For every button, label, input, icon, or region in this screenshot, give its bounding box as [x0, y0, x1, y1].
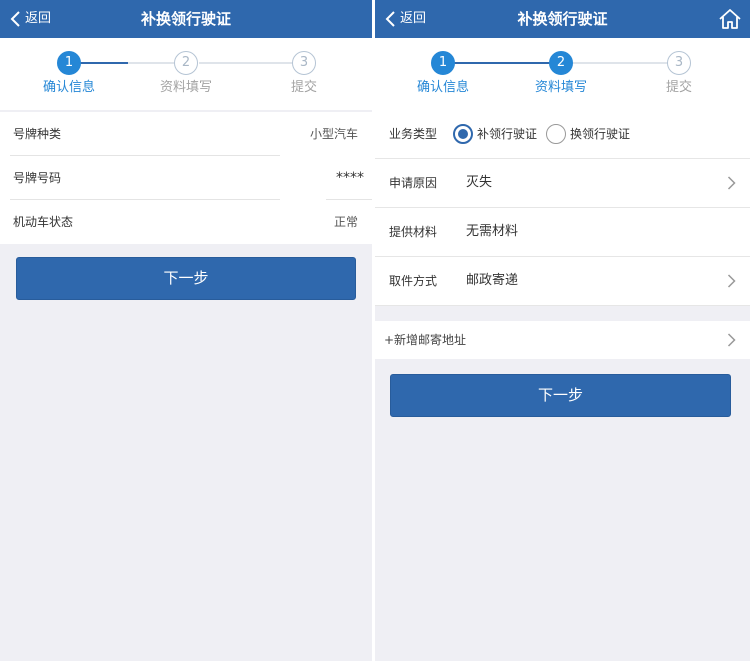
home-button[interactable] — [718, 7, 742, 31]
chevron-right-icon — [727, 176, 736, 190]
page-title: 补换领行驶证 — [140, 10, 231, 28]
pickup-method-value: 邮政寄递 — [466, 273, 519, 288]
add-address-label: +新增邮寄地址 — [384, 333, 467, 347]
plate-number-label: 号牌号码 — [13, 171, 62, 185]
list-item: 号牌种类 小型汽车 — [0, 112, 372, 156]
business-type-row: 业务类型 补领行驶证 换领行驶证 — [375, 110, 750, 159]
business-type-label: 业务类型 — [389, 127, 438, 141]
apply-reason-row[interactable]: 申请原因 灭失 — [375, 159, 750, 208]
nav-header: 返回 补换领行驶证 — [0, 0, 372, 38]
step-fill-info: 2 资料填写 — [521, 51, 601, 97]
step-label: 确认信息 — [42, 80, 95, 95]
chevron-right-icon — [727, 274, 736, 288]
materials-row: 提供材料 无需材料 — [375, 208, 750, 257]
business-type-radio-group: 补领行驶证 换领行驶证 — [453, 124, 639, 144]
plate-type-value: 小型汽车 — [309, 127, 358, 141]
plate-number-value: **** — [336, 170, 364, 186]
step-submit: 3 提交 — [639, 51, 719, 97]
plate-type-label: 号牌种类 — [13, 127, 62, 141]
step-number: 2 — [549, 51, 573, 75]
vehicle-status-value: 正常 — [333, 215, 358, 229]
step-fill-info: 2 资料填写 — [146, 51, 226, 97]
pickup-method-row[interactable]: 取件方式 邮政寄递 — [375, 257, 750, 306]
step-indicator: 1 确认信息 2 资料填写 3 提交 — [375, 38, 750, 110]
step-label: 提交 — [665, 80, 692, 95]
vehicle-info-list: 号牌种类 小型汽车 号牌号码 **** 机动车状态 正常 — [0, 112, 372, 244]
step-indicator: 1 确认信息 2 资料填写 3 提交 — [0, 38, 372, 110]
step-number: 1 — [57, 51, 81, 75]
next-step-button[interactable]: 下一步 — [390, 374, 731, 417]
materials-label: 提供材料 — [389, 225, 438, 239]
nav-header: 返回 补换领行驶证 — [375, 0, 750, 38]
radio-reissue[interactable]: 补领行驶证 — [453, 124, 537, 144]
step-submit: 3 提交 — [264, 51, 344, 97]
chevron-right-icon — [727, 333, 736, 347]
screenshot-stage: 返回 补换领行驶证 1 确认信息 2 资料填写 3 提交 号牌种类 小型汽车 号… — [0, 0, 750, 661]
radio-checked-icon — [453, 124, 473, 144]
step-confirm-info: 1 确认信息 — [29, 51, 109, 97]
vehicle-status-label: 机动车状态 — [13, 215, 74, 229]
pickup-method-label: 取件方式 — [389, 274, 438, 288]
materials-value: 无需材料 — [466, 224, 519, 239]
step-number: 1 — [431, 51, 455, 75]
list-item: 号牌号码 **** — [0, 156, 372, 200]
apply-reason-value: 灭失 — [466, 175, 493, 190]
apply-reason-label: 申请原因 — [389, 176, 438, 190]
list-item: 机动车状态 正常 — [0, 200, 372, 244]
home-icon — [719, 9, 741, 29]
step-confirm-info: 1 确认信息 — [403, 51, 483, 97]
confirm-info-screen: 返回 补换领行驶证 1 确认信息 2 资料填写 3 提交 号牌种类 小型汽车 号… — [0, 0, 372, 661]
radio-replace[interactable]: 换领行驶证 — [546, 124, 630, 144]
page-title: 补换领行驶证 — [517, 10, 608, 28]
step-label: 确认信息 — [416, 80, 469, 95]
next-step-button[interactable]: 下一步 — [16, 257, 356, 300]
radio-label: 补领行驶证 — [477, 127, 538, 141]
application-form: 业务类型 补领行驶证 换领行驶证 申请原因 灭失 提供材料 无需材料 取件方式 … — [375, 110, 750, 306]
step-label: 资料填写 — [159, 80, 212, 95]
fill-info-screen: 返回 补换领行驶证 1 确认信息 2 资料填写 3 提交 业务类型 补领行驶证 … — [375, 0, 750, 661]
step-number: 3 — [667, 51, 691, 75]
step-label: 资料填写 — [534, 80, 587, 95]
radio-unchecked-icon — [546, 124, 567, 144]
radio-label: 换领行驶证 — [570, 127, 631, 141]
step-label: 提交 — [290, 80, 317, 95]
step-number: 3 — [292, 51, 316, 75]
step-number: 2 — [174, 51, 198, 75]
add-mailing-address-row[interactable]: +新增邮寄地址 — [375, 321, 750, 359]
